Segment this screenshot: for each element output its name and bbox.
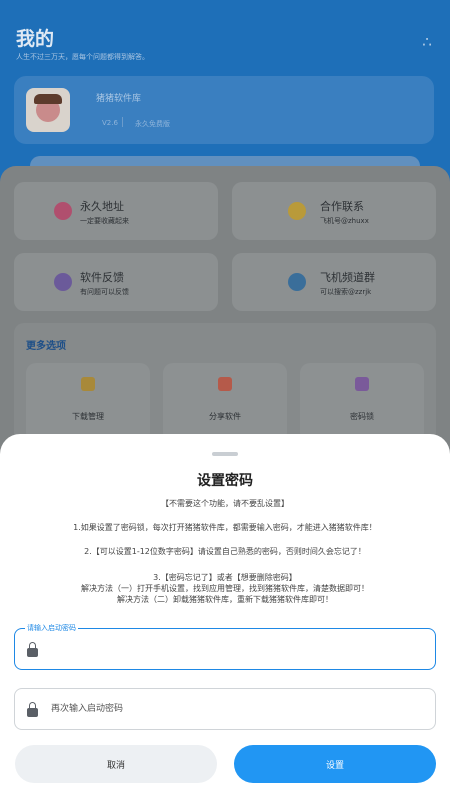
option-password-lock[interactable]: 密码锁 [300,363,424,443]
divider [122,117,123,127]
option-share-app[interactable]: 分享软件 [163,363,287,443]
card-title: 永久地址 [80,200,124,213]
rule-text: 1.如果设置了密码锁，每次打开猪猪软件库，都需要输入密码，才能进入猪猪软件库！ [73,523,377,532]
page-subtitle: 人生不过三万天，愿每个问题都得到解答。 [16,53,149,61]
card-title: 合作联系 [320,200,364,213]
password-field[interactable]: 请输入启动密码 [14,623,436,670]
password-input[interactable] [51,629,425,669]
license-tag: 永久免费版 [135,120,170,128]
card-feedback[interactable]: 软件反馈 有问题可以反馈 [14,253,218,311]
confirm-password-field[interactable] [14,688,436,730]
background-panel [30,156,420,166]
share-icon[interactable]: ∴ [418,33,436,51]
telegram-icon [288,273,306,291]
card-telegram-channel[interactable]: 飞机频道群 可以搜索@zzrjk [232,253,436,311]
page-title: 我的 [16,28,55,50]
card-title: 飞机频道群 [320,271,375,284]
cancel-button[interactable]: 取消 [15,745,217,783]
lock-icon [27,642,38,657]
share-icon [218,377,232,391]
card-subtitle: 可以搜索@zzrjk [320,288,372,296]
download-icon [81,377,95,391]
card-permanent-address[interactable]: 永久地址 一定要收藏起来 [14,182,218,240]
rule-text: 3.【密码忘记了】或者【想要删除密码】 解决方法（一）打开手机设置，找到应用管理… [81,573,369,604]
avatar [26,88,70,132]
version-tag: V2.6 [102,119,118,127]
option-label: 下载管理 [72,412,104,421]
section-title: 更多选项 [26,341,66,352]
drag-handle[interactable] [212,452,238,456]
card-subtitle: 飞机号@zhuxx [320,217,369,225]
lock-icon [355,377,369,391]
card-cooperation[interactable]: 合作联系 飞机号@zhuxx [232,182,436,240]
feedback-icon [54,273,72,291]
option-download-manager[interactable]: 下载管理 [26,363,150,443]
lock-icon [27,702,38,717]
card-subtitle: 有问题可以反馈 [80,288,129,296]
rule-text: 2.【可以设置1-12位数字密码】请设置自己熟悉的密码，否则时间久会忘记了！ [84,547,366,556]
card-subtitle: 一定要收藏起来 [80,217,129,225]
profile-name: 猪猪软件库 [96,94,142,104]
home-icon [54,202,72,220]
set-password-sheet: 设置密码 【不需要这个功能，请不要乱设置】 1.如果设置了密码锁，每次打开猪猪软… [0,434,450,800]
option-label: 密码锁 [350,412,374,421]
sheet-subtitle: 【不需要这个功能，请不要乱设置】 [161,499,289,508]
sheet-title: 设置密码 [197,473,253,489]
profile-card[interactable]: 猪猪软件库 V2.6 永久免费版 [14,76,434,144]
card-title: 软件反馈 [80,271,124,284]
coin-icon [288,202,306,220]
header: 我的 人生不过三万天，愿每个问题都得到解答。 ∴ 猪猪软件库 V2.6 永久免费… [0,0,450,180]
confirm-button[interactable]: 设置 [234,745,436,783]
confirm-password-input[interactable] [51,689,425,729]
option-label: 分享软件 [209,412,241,421]
